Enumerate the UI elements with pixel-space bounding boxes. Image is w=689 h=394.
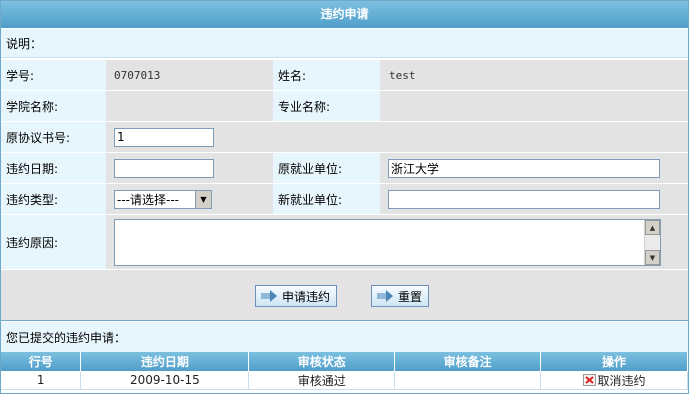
major-label: 专业名称: — [273, 91, 380, 121]
breach-date-input[interactable] — [114, 158, 214, 178]
row-action-cell: 取消违约 — [540, 371, 688, 390]
new-employer-label: 新就业单位: — [273, 184, 380, 214]
cancel-icon — [582, 374, 596, 386]
table-row: 1 2009-10-15 审核通过 取消违约 — [1, 371, 688, 390]
arrow-right-icon — [377, 290, 393, 302]
breach-type-select[interactable]: ---请选择--- ▼ — [114, 189, 212, 209]
breach-type-label: 违约类型: — [1, 184, 106, 214]
button-bar: 申请违约 重置 — [1, 269, 688, 321]
form-row-student: 学号: 0707013 姓名: test — [1, 59, 688, 90]
orig-employer-label: 原就业单位: — [273, 153, 380, 183]
col-status: 审核状态 — [248, 352, 396, 372]
student-no-label: 学号: — [1, 60, 106, 90]
major-value — [380, 91, 688, 121]
apply-breach-label: 申请违约 — [282, 289, 331, 304]
new-employer-cell — [380, 184, 688, 214]
student-no-value: 0707013 — [106, 60, 273, 90]
arrow-right-icon — [261, 290, 277, 302]
scroll-down-icon[interactable]: ▼ — [645, 250, 660, 265]
reason-label: 违约原因: — [1, 215, 106, 269]
reset-label: 重置 — [398, 289, 423, 304]
note-label: 说明： — [6, 36, 43, 51]
cancel-breach-link[interactable]: 取消违约 — [582, 372, 646, 389]
breach-type-cell: ---请选择--- ▼ — [106, 184, 273, 214]
reason-scrollbar[interactable]: ▲ ▼ — [644, 220, 660, 265]
submitted-table: 行号 违约日期 审核状态 审核备注 操作 1 2009-10-15 审核通过 取… — [1, 352, 688, 390]
agreement-no-label: 原协议书号: — [1, 122, 106, 152]
row-index: 1 — [1, 371, 82, 390]
breach-date-label: 违约日期: — [1, 153, 106, 183]
agreement-no-cell — [106, 122, 688, 152]
breach-application-panel: 违约申请 说明： 学号: 0707013 姓名: test 学院名称: 专业名称… — [0, 0, 689, 394]
reset-button[interactable]: 重置 — [371, 285, 430, 307]
college-label: 学院名称: — [1, 91, 106, 121]
breach-type-selected: ---请选择--- — [117, 192, 179, 207]
row-date: 2009-10-15 — [80, 371, 250, 390]
submitted-title: 您已提交的违约申请： — [1, 322, 688, 352]
form-row-date: 违约日期: 原就业单位: — [1, 152, 688, 183]
new-employer-input[interactable] — [388, 189, 660, 209]
form-row-type: 违约类型: ---请选择--- ▼ 新就业单位: — [1, 183, 688, 214]
form-row-reason: 违约原因: ▲ ▼ — [1, 214, 688, 269]
col-date: 违约日期 — [80, 352, 250, 372]
reason-textarea[interactable]: ▲ ▼ — [114, 219, 661, 266]
name-value: test — [380, 60, 688, 90]
row-remark — [394, 371, 542, 390]
chevron-down-icon[interactable]: ▼ — [195, 190, 211, 208]
orig-employer-cell — [380, 153, 688, 183]
name-label: 姓名: — [273, 60, 380, 90]
form-row-agreement: 原协议书号: — [1, 121, 688, 152]
col-action: 操作 — [540, 352, 688, 372]
apply-breach-button[interactable]: 申请违约 — [255, 285, 338, 307]
col-remark: 审核备注 — [394, 352, 542, 372]
table-header-row: 行号 违约日期 审核状态 审核备注 操作 — [1, 352, 688, 372]
row-status: 审核通过 — [248, 371, 396, 390]
cancel-breach-label: 取消违约 — [597, 373, 646, 388]
scroll-up-icon[interactable]: ▲ — [645, 220, 660, 235]
form-row-college: 学院名称: 专业名称: — [1, 90, 688, 121]
panel-title: 违约申请 — [1, 1, 688, 28]
orig-employer-input[interactable] — [388, 158, 660, 178]
breach-date-cell — [106, 153, 273, 183]
college-value — [106, 91, 273, 121]
note-row: 说明： — [1, 28, 688, 58]
agreement-no-input[interactable] — [114, 127, 214, 147]
col-index: 行号 — [1, 352, 82, 372]
